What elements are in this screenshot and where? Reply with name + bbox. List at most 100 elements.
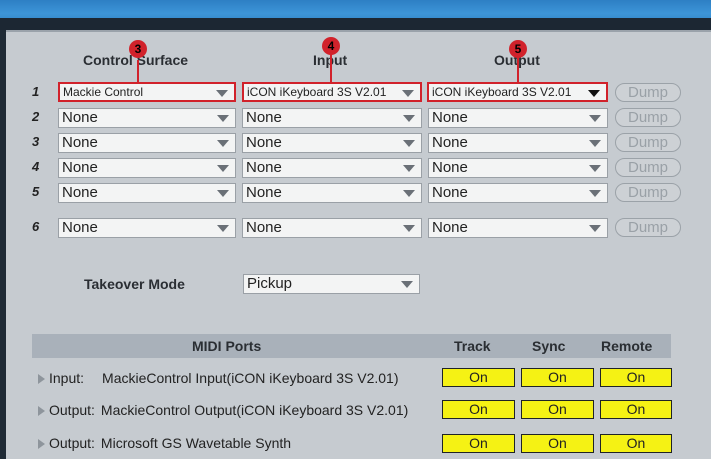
- row-number: 5: [32, 184, 40, 199]
- callout-stem-4: [330, 54, 332, 82]
- select-value: None: [246, 134, 282, 151]
- remote-column-header: Remote: [601, 338, 653, 354]
- callout-stem-5: [517, 57, 519, 82]
- sync-toggle[interactable]: On: [521, 368, 594, 387]
- midi-port-row: Input: MackieControl Input(iCON iKeyboard…: [38, 370, 399, 386]
- select-value: Pickup: [247, 275, 293, 292]
- select-value: None: [246, 184, 282, 201]
- port-name: MackieControl Input(iCON iKeyboard 3S V2…: [102, 370, 399, 386]
- dropdown-arrow-icon: [589, 115, 601, 122]
- dump-button-3[interactable]: Dump: [615, 133, 681, 152]
- control-surface-select-6[interactable]: None: [58, 218, 236, 238]
- dropdown-arrow-icon: [403, 140, 415, 147]
- port-name: Microsoft GS Wavetable Synth: [100, 435, 292, 451]
- select-value: None: [432, 184, 468, 201]
- select-value: None: [432, 159, 468, 176]
- dropdown-arrow-icon: [217, 225, 229, 232]
- dropdown-arrow-icon: [216, 90, 228, 97]
- dump-button-4[interactable]: Dump: [615, 158, 681, 177]
- track-toggle[interactable]: On: [442, 368, 515, 387]
- select-value: None: [432, 134, 468, 151]
- track-toggle[interactable]: On: [442, 400, 515, 419]
- row-number: 6: [32, 219, 40, 234]
- dropdown-arrow-icon: [589, 225, 601, 232]
- callout-stem-3: [137, 60, 139, 82]
- select-value: iCON iKeyboard 3S V2.01: [432, 85, 572, 99]
- control-surface-select-5[interactable]: None: [58, 183, 236, 203]
- select-value: None: [246, 219, 282, 236]
- row-number: 1: [32, 84, 40, 99]
- port-name: MackieControl Output(iCON iKeyboard 3S V…: [100, 402, 409, 418]
- input-select-1[interactable]: iCON iKeyboard 3S V2.01: [242, 82, 422, 102]
- window-frame-band: [0, 18, 711, 30]
- midi-port-row: Output: MackieControl Output(iCON iKeyboa…: [38, 402, 408, 418]
- expand-arrow-icon[interactable]: [38, 439, 45, 450]
- input-select-2[interactable]: None: [242, 108, 422, 128]
- input-select-5[interactable]: None: [242, 183, 422, 203]
- output-select-1[interactable]: iCON iKeyboard 3S V2.01: [427, 82, 608, 102]
- track-toggle[interactable]: On: [442, 434, 515, 453]
- dropdown-arrow-icon: [589, 165, 601, 172]
- select-value: None: [62, 134, 98, 151]
- dump-button-5[interactable]: Dump: [615, 183, 681, 202]
- input-select-3[interactable]: None: [242, 133, 422, 153]
- select-value: Mackie Control: [63, 85, 144, 99]
- dropdown-arrow-icon: [217, 165, 229, 172]
- port-direction: Output:: [49, 435, 95, 451]
- select-value: iCON iKeyboard 3S V2.01: [247, 85, 387, 99]
- dump-button-1[interactable]: Dump: [615, 83, 681, 102]
- takeover-mode-select[interactable]: Pickup: [243, 274, 420, 294]
- track-column-header: Track: [454, 338, 491, 354]
- midi-port-row: Output: Microsoft GS Wavetable Synth: [38, 435, 291, 451]
- dropdown-arrow-icon: [403, 225, 415, 232]
- control-surface-select-4[interactable]: None: [58, 158, 236, 178]
- dropdown-arrow-icon: [217, 190, 229, 197]
- output-select-3[interactable]: None: [428, 133, 608, 153]
- expand-arrow-icon[interactable]: [38, 406, 45, 417]
- remote-toggle[interactable]: On: [600, 368, 672, 387]
- dropdown-arrow-icon: [403, 190, 415, 197]
- dropdown-arrow-icon: [402, 90, 414, 97]
- sync-column-header: Sync: [532, 338, 566, 354]
- output-select-4[interactable]: None: [428, 158, 608, 178]
- select-value: None: [246, 159, 282, 176]
- control-surface-select-3[interactable]: None: [58, 133, 236, 153]
- control-surface-select-2[interactable]: None: [58, 108, 236, 128]
- takeover-mode-label: Takeover Mode: [84, 276, 185, 292]
- select-value: None: [62, 184, 98, 201]
- dropdown-arrow-icon: [217, 140, 229, 147]
- midi-ports-title: MIDI Ports: [192, 338, 262, 354]
- dropdown-arrow-icon: [217, 115, 229, 122]
- callout-badge-4: 4: [322, 37, 340, 55]
- dropdown-arrow-icon: [588, 90, 600, 97]
- select-value: None: [246, 109, 282, 126]
- sync-toggle[interactable]: On: [521, 434, 594, 453]
- port-direction: Output:: [49, 402, 95, 418]
- dropdown-arrow-icon: [403, 115, 415, 122]
- row-number: 3: [32, 134, 40, 149]
- remote-toggle[interactable]: On: [600, 400, 672, 419]
- select-value: None: [432, 109, 468, 126]
- input-select-4[interactable]: None: [242, 158, 422, 178]
- select-value: None: [62, 219, 98, 236]
- midi-ports-header: MIDI Ports Track Sync Remote: [32, 334, 671, 358]
- port-direction: Input:: [49, 370, 85, 386]
- dropdown-arrow-icon: [589, 140, 601, 147]
- callout-badge-3: 3: [129, 40, 147, 58]
- input-select-6[interactable]: None: [242, 218, 422, 238]
- control-surface-select-1[interactable]: Mackie Control: [58, 82, 236, 102]
- output-select-5[interactable]: None: [428, 183, 608, 203]
- dropdown-arrow-icon: [403, 165, 415, 172]
- dump-button-2[interactable]: Dump: [615, 108, 681, 127]
- output-select-2[interactable]: None: [428, 108, 608, 128]
- sync-toggle[interactable]: On: [521, 400, 594, 419]
- output-select-6[interactable]: None: [428, 218, 608, 238]
- select-value: None: [62, 159, 98, 176]
- dump-button-6[interactable]: Dump: [615, 218, 681, 237]
- select-value: None: [62, 109, 98, 126]
- callout-badge-5: 5: [509, 40, 527, 58]
- remote-toggle[interactable]: On: [600, 434, 672, 453]
- row-number: 4: [32, 159, 40, 174]
- expand-arrow-icon[interactable]: [38, 374, 45, 385]
- dropdown-arrow-icon: [589, 190, 601, 197]
